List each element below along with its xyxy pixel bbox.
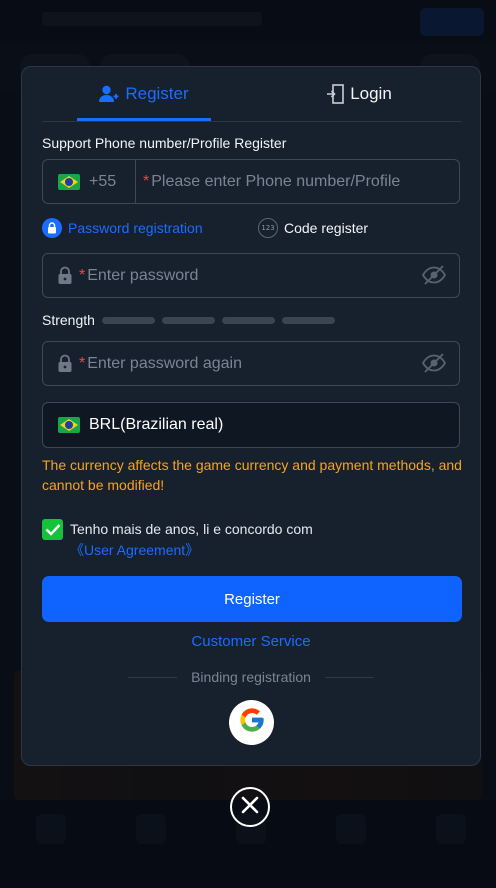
currency-select[interactable]: BRL(Brazilian real) (42, 402, 460, 448)
customer-service-link[interactable]: Customer Service (22, 633, 480, 650)
strength-segment (221, 316, 275, 324)
binding-registration-label: Binding registration (191, 669, 311, 685)
strength-label: Strength (42, 312, 95, 328)
strength-segment (101, 316, 155, 324)
tab-login[interactable]: Login (292, 67, 426, 121)
agreement-checkbox[interactable] (42, 519, 63, 540)
login-door-icon (326, 84, 344, 104)
phone-input[interactable]: Please enter Phone number/Profile (151, 173, 400, 191)
required-mark: * (79, 266, 86, 284)
close-modal-button[interactable] (230, 787, 270, 827)
tab-login-label: Login (350, 84, 392, 103)
confirm-password-input[interactable]: Enter password again (87, 355, 242, 373)
close-icon (241, 796, 259, 819)
eye-hidden-icon[interactable] (421, 352, 447, 374)
currency-warning: The currency affects the game currency a… (42, 457, 462, 493)
confirm-password-field[interactable]: * Enter password again (42, 341, 460, 386)
user-agreement-link[interactable]: 《User Agreement》 (70, 542, 199, 558)
code-register-option[interactable]: 123 Code register (258, 218, 368, 238)
lock-icon (57, 266, 73, 285)
google-login-button[interactable] (229, 700, 274, 745)
password-registration-label: Password registration (68, 220, 203, 236)
strength-segment (281, 316, 335, 324)
binding-registration-divider: Binding registration (128, 669, 375, 685)
registration-mode-selector: Password registration 123 Code register (42, 218, 462, 240)
register-button[interactable]: Register (42, 576, 462, 622)
required-mark: * (79, 354, 86, 372)
password-field[interactable]: * Enter password (42, 253, 460, 298)
eye-hidden-icon[interactable] (421, 264, 447, 286)
password-strength-meter: Strength (42, 312, 342, 328)
country-code[interactable]: +55 (89, 173, 125, 191)
google-icon (238, 706, 266, 739)
required-mark: * (143, 172, 150, 190)
agreement-text: Tenho mais de anos, li e concordo com (70, 521, 313, 537)
add-user-icon (99, 85, 119, 103)
brazil-flag-icon (58, 173, 80, 190)
tab-register[interactable]: Register (77, 67, 211, 121)
strength-segment (161, 316, 215, 324)
code-register-label: Code register (284, 220, 369, 236)
password-input[interactable]: Enter password (87, 267, 198, 285)
lock-icon (42, 218, 62, 238)
user-agreement: Tenho mais de anos, li e concordo com 《U… (42, 519, 442, 561)
currency-value: BRL(Brazilian real) (89, 416, 224, 433)
support-register-label: Support Phone number/Profile Register (42, 135, 287, 151)
auth-modal: Register Login Support Phone number/Prof… (21, 66, 481, 766)
phone-field[interactable]: +55 * Please enter Phone number/Profile (42, 159, 460, 204)
numeric-code-icon: 123 (258, 218, 278, 238)
lock-icon (57, 354, 73, 373)
tab-register-label: Register (125, 84, 189, 103)
auth-tabs: Register Login (42, 67, 462, 122)
password-registration-option[interactable]: Password registration (42, 218, 203, 238)
brazil-flag-icon (58, 417, 80, 433)
